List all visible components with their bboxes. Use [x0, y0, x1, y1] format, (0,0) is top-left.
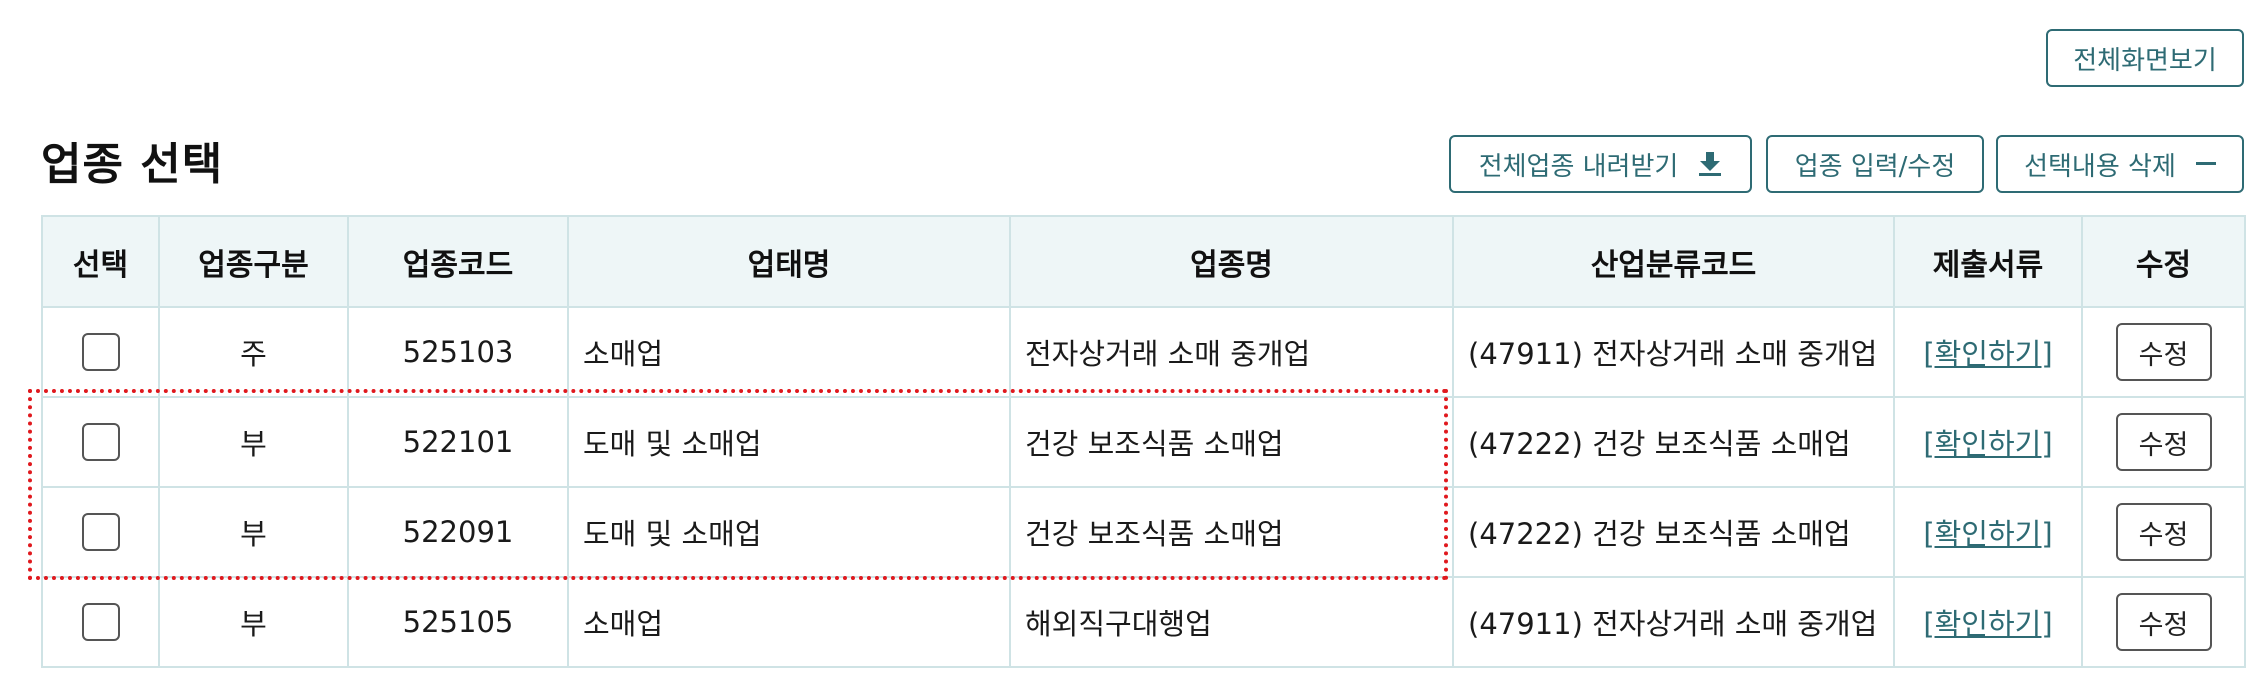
row-docs-link[interactable]: [확인하기]: [1923, 517, 2052, 551]
minus-icon: [2195, 162, 2216, 166]
row-business: 도매 및 소매업: [567, 486, 1011, 578]
header-business: 업태명: [567, 215, 1011, 308]
download-icon: [1698, 151, 1722, 177]
row-type: 부: [158, 576, 349, 668]
table-row: 부 522091 도매 및 소매업 건강 보조식품 소매업 (47222) 건강…: [41, 486, 2246, 578]
header-code: 업종코드: [347, 215, 569, 308]
delete-selected-label: 선택내용 삭제: [2024, 151, 2176, 182]
row-checkbox[interactable]: [81, 603, 120, 641]
row-checkbox[interactable]: [81, 333, 120, 371]
row-industry: 전자상거래 소매 중개업: [1009, 306, 1454, 398]
row-classification: (47222) 건강 보조식품 소매업: [1452, 396, 1895, 488]
row-industry: 건강 보조식품 소매업: [1009, 396, 1454, 488]
row-industry: 건강 보조식품 소매업: [1009, 486, 1454, 578]
table-row: 주 525103 소매업 전자상거래 소매 중개업 (47911) 전자상거래 …: [41, 306, 2246, 398]
row-type: 주: [158, 306, 349, 398]
row-business: 소매업: [567, 306, 1011, 398]
row-code: 525103: [347, 306, 569, 398]
row-type: 부: [158, 486, 349, 578]
row-checkbox[interactable]: [81, 513, 120, 551]
row-classification: (47911) 전자상거래 소매 중개업: [1452, 306, 1895, 398]
row-docs-link[interactable]: [확인하기]: [1923, 337, 2052, 371]
header-edit: 수정: [2081, 215, 2246, 308]
fullscreen-label: 전체화면보기: [2073, 45, 2217, 76]
row-classification: (47222) 건강 보조식품 소매업: [1452, 486, 1895, 578]
section-title: 업종 선택: [41, 139, 224, 190]
row-edit-button[interactable]: 수정: [2115, 413, 2212, 471]
row-industry: 해외직구대행업: [1009, 576, 1454, 668]
industry-edit-label: 업종 입력/수정: [1794, 151, 1956, 182]
row-edit-button[interactable]: 수정: [2115, 323, 2212, 381]
row-docs-link[interactable]: [확인하기]: [1923, 427, 2052, 461]
header-type: 업종구분: [158, 215, 349, 308]
table-header-row: 선택 업종구분 업종코드 업태명 업종명 산업분류코드 제출서류 수정: [41, 215, 2246, 308]
row-classification: (47911) 전자상거래 소매 중개업: [1452, 576, 1895, 668]
header-classification: 산업분류코드: [1452, 215, 1895, 308]
row-code: 522091: [347, 486, 569, 578]
fullscreen-button[interactable]: 전체화면보기: [2046, 29, 2244, 87]
table-row: 부 525105 소매업 해외직구대행업 (47911) 전자상거래 소매 중개…: [41, 576, 2246, 668]
download-all-button[interactable]: 전체업종 내려받기: [1449, 135, 1752, 193]
industry-edit-button[interactable]: 업종 입력/수정: [1766, 135, 1984, 193]
header-select: 선택: [41, 215, 160, 308]
industry-table: 선택 업종구분 업종코드 업태명 업종명 산업분류코드 제출서류 수정 주 52…: [41, 215, 2246, 668]
row-code: 522101: [347, 396, 569, 488]
row-checkbox[interactable]: [81, 423, 120, 461]
download-all-label: 전체업종 내려받기: [1478, 151, 1679, 182]
header-docs: 제출서류: [1893, 215, 2083, 308]
row-type: 부: [158, 396, 349, 488]
row-business: 도매 및 소매업: [567, 396, 1011, 488]
row-docs-link[interactable]: [확인하기]: [1923, 607, 2052, 641]
table-row: 부 522101 도매 및 소매업 건강 보조식품 소매업 (47222) 건강…: [41, 396, 2246, 488]
row-business: 소매업: [567, 576, 1011, 668]
delete-selected-button[interactable]: 선택내용 삭제: [1996, 135, 2244, 193]
row-edit-button[interactable]: 수정: [2115, 503, 2212, 561]
header-industry: 업종명: [1009, 215, 1454, 308]
row-edit-button[interactable]: 수정: [2115, 593, 2212, 651]
row-code: 525105: [347, 576, 569, 668]
